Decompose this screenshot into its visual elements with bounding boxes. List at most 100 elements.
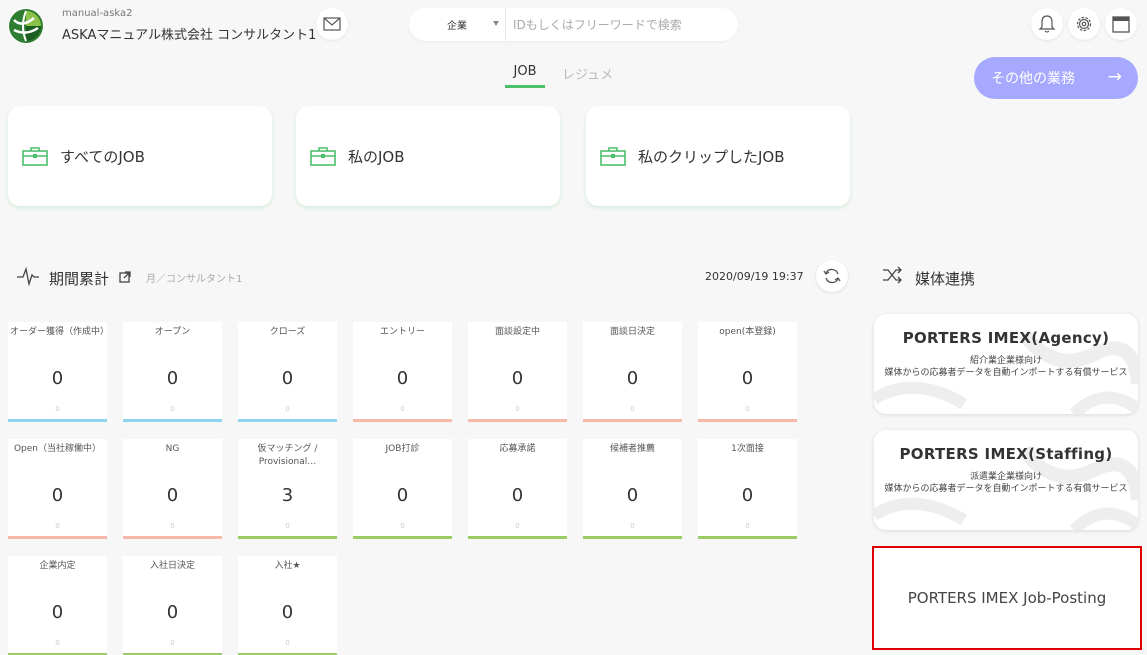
stats-timestamp: 2020/09/19 19:37 — [705, 270, 804, 283]
stat-tile[interactable]: エントリー 0 0 — [353, 322, 452, 422]
stat-tile-label: クローズ — [269, 327, 306, 337]
other-tasks-button[interactable]: その他の業務 → — [974, 57, 1138, 99]
stat-tile-subvalue: 0 — [745, 405, 750, 413]
stat-tile-subvalue: 0 — [170, 639, 175, 647]
stat-tile-label: NG — [165, 444, 180, 454]
stat-tile[interactable]: Open（当社稼働中） 0 0 — [8, 439, 107, 539]
stat-tile-label: Open（当社稼働中） — [13, 444, 102, 454]
pulse-icon — [17, 266, 39, 286]
calendar-icon — [1112, 16, 1130, 33]
stat-tile[interactable]: オープン 0 0 — [123, 322, 222, 422]
stat-tile-value: 0 — [166, 602, 179, 623]
stat-tile-subvalue: 0 — [55, 522, 60, 530]
stat-tile[interactable]: NG 0 0 — [123, 439, 222, 539]
stat-tile-value: 0 — [166, 368, 179, 389]
stat-tile-label: オープン — [154, 327, 191, 337]
stat-tile-label: 入社日決定 — [149, 561, 195, 571]
job-card-clipped[interactable]: 私のクリップしたJOB — [586, 106, 850, 206]
mail-button[interactable] — [316, 8, 348, 40]
stat-tile[interactable]: 企業内定 0 0 — [8, 556, 107, 655]
chevron-down-icon — [493, 21, 499, 26]
tab-resume[interactable]: レジュメ — [562, 64, 613, 83]
stat-tile-value: 0 — [626, 368, 639, 389]
stat-tile[interactable]: オーダー獲得（作成中） 0 0 — [8, 322, 107, 422]
stat-tile-value: 0 — [166, 485, 179, 506]
stat-tile[interactable]: 応募承諾 0 0 — [468, 439, 567, 539]
stat-tile-label: 面談日決定 — [609, 327, 655, 337]
stat-tile[interactable]: open(本登録) 0 0 — [698, 322, 797, 422]
stat-tile-subvalue: 0 — [55, 405, 60, 413]
stat-tile[interactable]: JOB打診 0 0 — [353, 439, 452, 539]
logo-icon[interactable] — [8, 8, 44, 44]
stat-tile-label: 1次面接 — [731, 444, 764, 454]
stat-tile-value: 0 — [741, 368, 754, 389]
stat-tile-subvalue: 0 — [515, 522, 520, 530]
mail-icon — [323, 17, 341, 31]
media-title: 媒体連携 — [915, 270, 976, 288]
stat-tile-value: 0 — [51, 368, 64, 389]
media-card-agency[interactable]: PORTERS IMEX(Agency) 紹介業企業様向け 媒体からの応募者デー… — [874, 314, 1138, 414]
media-card-title: PORTERS IMEX(Agency) — [902, 329, 1110, 347]
stat-tile-label: エントリー — [379, 327, 425, 337]
stat-tile-label: 候補者推薦 — [609, 444, 655, 454]
stat-tile-subvalue: 0 — [400, 522, 405, 530]
settings-button[interactable] — [1068, 8, 1100, 40]
calendar-button[interactable] — [1105, 8, 1137, 40]
account-name: ASKAマニュアル株式会社 コンサルタント1 — [62, 28, 317, 43]
search-input[interactable] — [506, 17, 726, 32]
media-card-staffing[interactable]: PORTERS IMEX(Staffing) 派遣業企業様向け 媒体からの応募者… — [874, 430, 1138, 530]
stat-tile-value: 0 — [511, 485, 524, 506]
stat-tile-subvalue: 0 — [630, 405, 635, 413]
stat-tile-value: 0 — [281, 602, 294, 623]
stat-tile[interactable]: 候補者推薦 0 0 — [583, 439, 682, 539]
stat-tile-subvalue: 0 — [745, 522, 750, 530]
stat-tile-label: 面談設定中 — [494, 327, 540, 337]
arrow-right-icon: → — [1107, 67, 1122, 87]
stat-tile-value: 3 — [281, 485, 294, 506]
stat-tile-label: JOB打診 — [385, 444, 420, 454]
stat-tile-subvalue: 0 — [285, 405, 290, 413]
media-card-desc: 紹介業企業様向け 媒体からの応募者データを自動インポートする有償サービス — [884, 356, 1128, 378]
stat-tile-value: 0 — [626, 485, 639, 506]
stat-tile[interactable]: 入社★ 0 0 — [238, 556, 337, 655]
stat-tile-label: open(本登録) — [719, 327, 776, 337]
job-card-all[interactable]: すべてのJOB — [8, 106, 272, 206]
stats-title: 期間累計 — [49, 270, 110, 288]
stat-tile-value: 0 — [281, 368, 294, 389]
stat-tile-subvalue: 0 — [630, 522, 635, 530]
stat-tile[interactable]: 入社日決定 0 0 — [123, 556, 222, 655]
media-card-title: PORTERS IMEX(Staffing) — [899, 445, 1113, 463]
bell-icon — [1038, 15, 1056, 33]
stat-tile[interactable]: クローズ 0 0 — [238, 322, 337, 422]
search-category-select[interactable]: 企業 — [409, 8, 506, 41]
stat-tile-subvalue: 0 — [285, 522, 290, 530]
stat-tile-value: 0 — [396, 368, 409, 389]
stat-tile-value: 0 — [51, 602, 64, 623]
stat-tile-subvalue: 0 — [285, 639, 290, 647]
stat-tile-label: 企業内定 — [39, 561, 76, 571]
gear-icon — [1076, 16, 1092, 32]
stat-tile-label: 入社★ — [274, 561, 301, 571]
briefcase-icon — [600, 147, 626, 166]
stat-tile-subvalue: 0 — [55, 639, 60, 647]
stat-tile[interactable]: 面談設定中 0 0 — [468, 322, 567, 422]
job-card-label: すべてのJOB — [60, 147, 145, 166]
external-link-icon[interactable] — [119, 271, 131, 283]
tab-job[interactable]: JOB — [505, 64, 545, 88]
stat-tile[interactable]: 1次面接 0 0 — [698, 439, 797, 539]
notification-button[interactable] — [1031, 8, 1063, 40]
stat-tile[interactable]: 仮マッチング / Provisional… 3 0 — [238, 439, 337, 539]
stats-subtitle: 月／コンサルタント1 — [146, 274, 243, 285]
stat-tile-value: 0 — [741, 485, 754, 506]
stat-tile-label: 仮マッチング / Provisional… — [257, 444, 318, 467]
stat-tile[interactable]: 面談日決定 0 0 — [583, 322, 682, 422]
job-card-mine[interactable]: 私のJOB — [296, 106, 560, 206]
briefcase-icon — [22, 147, 48, 166]
media-card-desc: 派遣業企業様向け 媒体からの応募者データを自動インポートする有償サービス — [884, 472, 1128, 494]
job-card-label: 私のJOB — [348, 147, 405, 166]
stat-tile-value: 0 — [511, 368, 524, 389]
refresh-button[interactable] — [816, 260, 848, 292]
media-card-job-posting[interactable]: PORTERS IMEX Job-Posting — [872, 546, 1142, 650]
stat-tile-value: 0 — [51, 485, 64, 506]
stat-tile-subvalue: 0 — [400, 405, 405, 413]
